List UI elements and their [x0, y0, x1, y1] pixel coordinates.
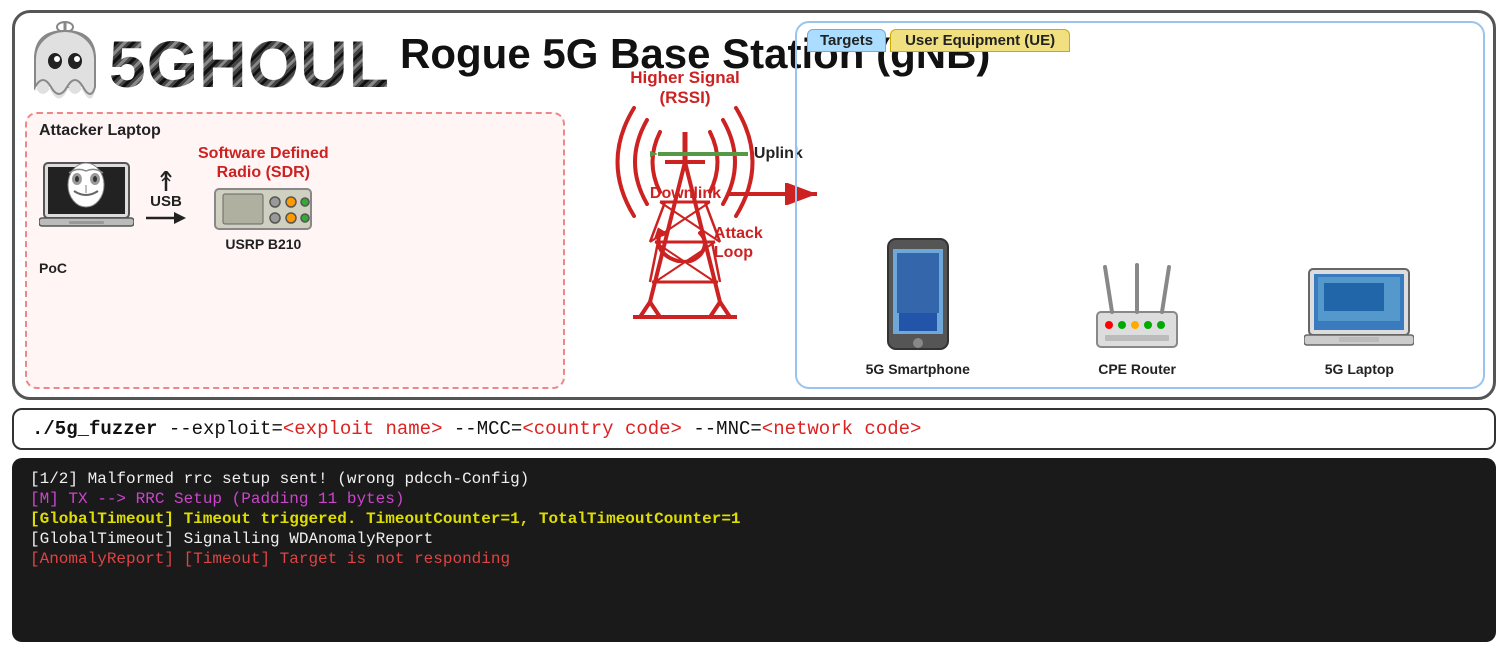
- attack-loop-icon: [650, 223, 710, 263]
- main-container: 5GHOUL Rogue 5G Base Station (gNB) Attac…: [0, 0, 1508, 650]
- usb-arrow: USB: [146, 171, 186, 226]
- term-line5: [AnomalyReport] [Timeout] Target is not …: [30, 550, 1478, 568]
- device-router: CPE Router: [1087, 257, 1187, 377]
- laptop5g-label: 5G Laptop: [1325, 361, 1394, 377]
- targets-header: Targets User Equipment (UE): [807, 29, 1473, 52]
- terminal: [1/2] Malformed rrc setup sent! (wrong p…: [12, 458, 1496, 642]
- cmd-mnc-val: <network code>: [762, 418, 922, 440]
- diagram-area: 5GHOUL Rogue 5G Base Station (gNB) Attac…: [12, 10, 1496, 400]
- header-row: 5GHOUL Rogue 5G Base Station (gNB): [25, 21, 565, 106]
- smartphone-icon: [883, 237, 953, 357]
- tower-section: Higher Signal (RSSI): [575, 13, 795, 397]
- cmd-mcc-val: <country code>: [522, 418, 682, 440]
- usb-label: USB: [150, 193, 182, 210]
- usrp-icon: [213, 184, 313, 234]
- attacker-box: Attacker Laptop: [25, 112, 565, 389]
- device-laptop: 5G Laptop: [1304, 267, 1414, 377]
- ghost-icon: [25, 21, 105, 106]
- targets-section: Targets User Equipment (UE) 5G Smartphon…: [795, 21, 1485, 389]
- cmd-prefix: ./5g_fuzzer: [32, 418, 157, 440]
- sdr-box: Software Defined Radio (SDR): [198, 144, 329, 252]
- uplink-label-row: Uplink: [650, 143, 803, 165]
- cmd-mnc-flag: --MNC=: [693, 418, 761, 440]
- term-line4: [GlobalTimeout] Signalling WDAnomalyRepo…: [30, 530, 1478, 548]
- cmd-exploit-flag: --exploit=: [169, 418, 283, 440]
- term-line3: [GlobalTimeout] Timeout triggered. Timeo…: [30, 510, 1478, 528]
- usrp-label: USRP B210: [225, 236, 301, 252]
- device-row: 5G Smartphone: [807, 60, 1473, 381]
- term-line2: [M] TX --> RRC Setup (Padding 11 bytes): [30, 490, 1478, 508]
- term-line1: [1/2] Malformed rrc setup sent! (wrong p…: [30, 470, 1478, 488]
- attack-loop-label: Attack Loop: [714, 224, 763, 262]
- laptop-icon: [39, 161, 134, 236]
- usb-icon: [158, 171, 174, 193]
- downlink-label: Downlink: [650, 185, 721, 203]
- logo-text: 5GHOUL: [109, 31, 390, 97]
- right-arrow-icon: [146, 210, 186, 226]
- cmd-mcc-flag: --MCC=: [454, 418, 522, 440]
- cmd-exploit-val: <exploit name>: [283, 418, 443, 440]
- attacker-label: Attacker Laptop: [39, 122, 551, 140]
- laptop5g-icon: [1304, 267, 1414, 357]
- sdr-label: Software Defined Radio (SDR): [198, 144, 329, 182]
- smartphone-label: 5G Smartphone: [866, 361, 970, 377]
- ue-tab: User Equipment (UE): [890, 29, 1070, 52]
- device-smartphone: 5G Smartphone: [866, 237, 970, 377]
- attack-loop-row: Attack Loop: [650, 223, 763, 263]
- attacker-row: USB Software Defined Radio (SDR): [39, 144, 551, 252]
- poc-label: PoC: [39, 260, 551, 276]
- router-label: CPE Router: [1098, 361, 1176, 377]
- uplink-arrow-icon: [650, 143, 750, 165]
- router-icon: [1087, 257, 1187, 357]
- command-bar: ./5g_fuzzer --exploit=<exploit name> --M…: [12, 408, 1496, 450]
- targets-tab: Targets: [807, 29, 886, 52]
- left-section: 5GHOUL Rogue 5G Base Station (gNB) Attac…: [15, 13, 575, 397]
